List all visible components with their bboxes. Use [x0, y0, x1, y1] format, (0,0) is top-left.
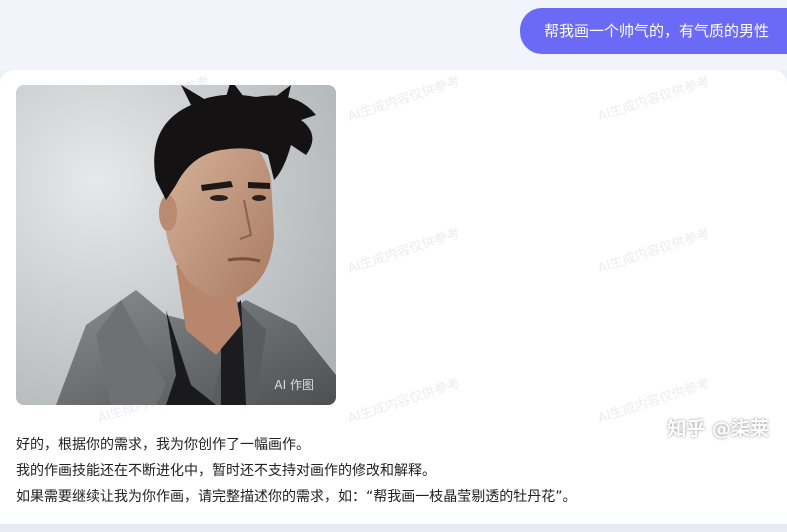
watermark-text: AI生成内容仅供参考 — [596, 226, 712, 277]
watermark-text: AI生成内容仅供参考 — [346, 74, 462, 125]
user-message-text: 帮我画一个帅气的，有气质的男性 — [543, 22, 769, 40]
bottom-divider — [0, 524, 787, 532]
ai-image-badge: AI 作图 — [274, 378, 314, 392]
assistant-reply-text: 好的，根据你的需求，我为你创作了一幅画作。 我的作画技能还在不断进化中，暂时还不… — [16, 432, 776, 510]
assistant-message-card: AI生成内容仅供参考 AI生成内容仅供参考 AI生成内容仅供参考 AI生成内容仅… — [0, 70, 787, 524]
site-watermark: 知乎 @柒莱 — [667, 418, 769, 440]
reply-line: 好的，根据你的需求，我为你创作了一幅画作。 — [16, 437, 310, 453]
user-message-bubble: 帮我画一个帅气的，有气质的男性 — [519, 8, 787, 54]
watermark-text: AI生成内容仅供参考 — [596, 74, 712, 125]
watermark-text: AI生成内容仅供参考 — [346, 376, 462, 427]
watermark-text: AI生成内容仅供参考 — [346, 226, 462, 277]
chat-header-area: 帮我画一个帅气的，有气质的男性 — [0, 0, 787, 70]
reply-line: 我的作画技能还在不断进化中，暂时还不支持对画作的修改和解释。 — [16, 463, 436, 479]
reply-line: 如果需要继续让我为你作画，请完整描述你的需求，如：“帮我画一枝晶莹剔透的牡丹花”… — [16, 489, 577, 505]
portrait-image — [16, 85, 336, 405]
generated-image[interactable]: AI 作图 — [16, 85, 336, 405]
